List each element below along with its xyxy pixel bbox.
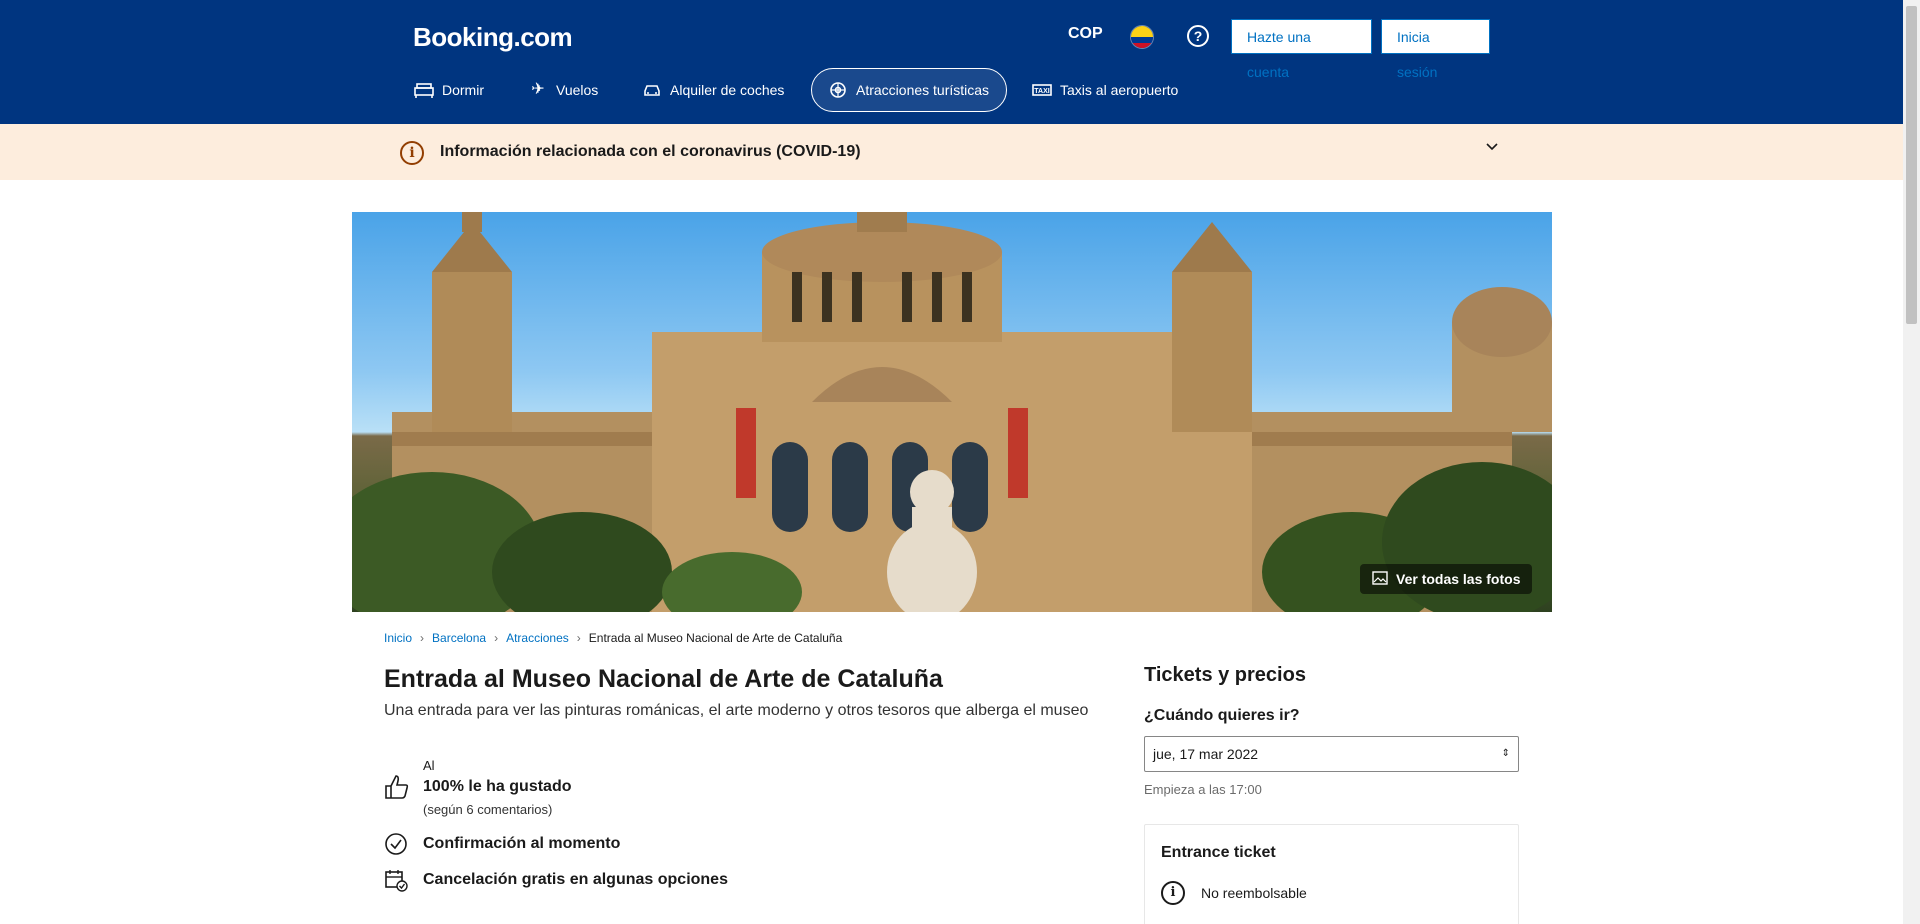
rating-text: 100% le ha gustado [423, 778, 572, 795]
nav-label: Vuelos [556, 82, 599, 98]
ticket-option-card[interactable] [1144, 824, 1519, 924]
nav-label: Alquiler de coches [670, 82, 785, 98]
reviews-count: (según 6 comentarios) [423, 802, 553, 817]
page-title: Entrada al Museo Nacional de Arte de Cat… [384, 665, 943, 693]
thumbs-up-icon [383, 773, 411, 801]
breadcrumb-current: Entrada al Museo Nacional de Arte de Cat… [588, 631, 843, 645]
covid-banner-text[interactable]: Información relacionada con el coronavir… [440, 143, 861, 161]
login-button[interactable]: Inicia sesión [1381, 19, 1490, 80]
view-all-photos-button[interactable]: Ver todas las fotos [1360, 564, 1533, 594]
nav-item-stays[interactable]: Dormir [398, 68, 500, 112]
date-value: jue, 17 mar 2022 [1153, 746, 1259, 762]
plane-icon: ✈ [531, 81, 545, 98]
chevron-down-icon[interactable] [1481, 139, 1503, 161]
nav-item-car-rental[interactable]: Alquiler de coches [626, 68, 800, 112]
register-button[interactable]: Hazte una cuenta [1231, 19, 1372, 80]
taxi-icon: TAXI [1032, 80, 1052, 100]
bed-icon [414, 80, 434, 100]
covid-banner[interactable] [0, 124, 1903, 180]
hero-image[interactable] [352, 212, 1552, 612]
booking-logo[interactable]: Booking.com [413, 22, 573, 53]
nav-item-flights[interactable]: ✈ Vuelos [512, 68, 614, 112]
ticket-name: Entrance ticket [1161, 844, 1276, 861]
ticket-policy: No reembolsable [1201, 885, 1307, 901]
top-header: Booking.com COP ? Hazte una cuenta Inici… [0, 0, 1903, 124]
breadcrumb-attractions[interactable]: Atracciones [506, 631, 569, 645]
info-icon: i [400, 141, 424, 165]
when-label: ¿Cuándo quieres ir? [1144, 707, 1300, 724]
feature-free-cancellation: Cancelación gratis en algunas opciones [423, 871, 728, 888]
al-label: Al [423, 758, 435, 773]
currency-selector[interactable]: COP [1068, 25, 1103, 43]
start-time: Empieza a las 17:00 [1144, 782, 1262, 797]
nav-item-airport-taxis[interactable]: TAXI Taxis al aeropuerto [1016, 68, 1194, 112]
chevron-right-icon: › [494, 631, 499, 645]
car-icon [642, 80, 662, 100]
info-icon: i [1161, 881, 1185, 905]
nav-label: Taxis al aeropuerto [1060, 82, 1179, 98]
select-arrows-icon: ⇕ [1501, 748, 1510, 759]
nav-label: Atracciones turísticas [856, 82, 990, 98]
image-icon [1372, 570, 1388, 589]
museum-illustration [352, 212, 1552, 612]
breadcrumb: Inicio › Barcelona › Atracciones › Entra… [384, 631, 842, 645]
feature-instant-confirmation: Confirmación al momento [423, 835, 621, 852]
svg-text:TAXI: TAXI [1034, 88, 1049, 95]
breadcrumb-barcelona[interactable]: Barcelona [432, 631, 486, 645]
check-circle-icon [384, 832, 408, 856]
calendar-check-icon [384, 868, 408, 892]
tickets-title: Tickets y precios [1144, 664, 1306, 686]
chevron-right-icon: › [420, 631, 425, 645]
nav-label: Dormir [442, 82, 484, 98]
nav-item-attractions[interactable]: Atracciones turísticas [811, 68, 1007, 112]
date-select[interactable]: jue, 17 mar 2022 ⇕ [1144, 736, 1519, 772]
chevron-right-icon: › [576, 631, 581, 645]
scrollbar-thumb[interactable] [1906, 6, 1917, 324]
colombia-flag-icon[interactable] [1130, 25, 1154, 49]
attractions-icon [828, 80, 848, 100]
question-icon[interactable]: ? [1187, 25, 1209, 47]
breadcrumb-home[interactable]: Inicio [384, 631, 412, 645]
page-subtitle: Una entrada para ver las pinturas románi… [384, 702, 1089, 719]
view-all-photos-label: Ver todas las fotos [1396, 571, 1521, 587]
